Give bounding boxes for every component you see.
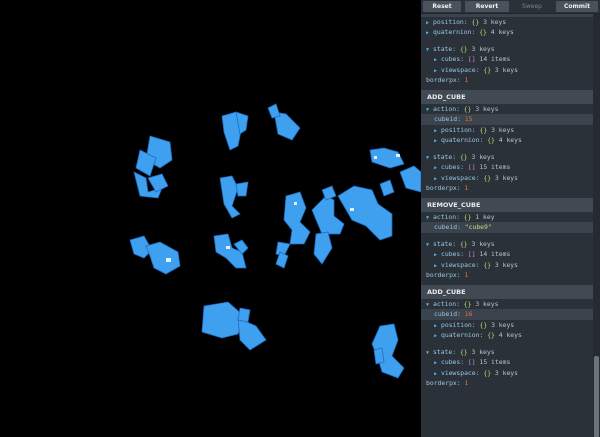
- collapse-icon[interactable]: ▼: [426, 153, 433, 164]
- collapse-icon[interactable]: ▼: [426, 240, 433, 251]
- cube-scene[interactable]: [0, 0, 421, 437]
- devtools-toolbar: Reset Revert Sweep Commit: [421, 0, 600, 14]
- reset-button[interactable]: Reset: [423, 1, 461, 12]
- devtools-panel: Reset Revert Sweep Commit cubeid: 14 ▶po…: [421, 0, 600, 437]
- cube-cluster[interactable]: [399, 165, 421, 193]
- cube-cluster[interactable]: [337, 147, 405, 241]
- log-row[interactable]: ▶ position: {} 3 keys: [421, 17, 593, 28]
- log-row[interactable]: ▼ state: {} 3 keys: [421, 239, 593, 250]
- cube-cluster[interactable]: [221, 111, 249, 151]
- log-row[interactable]: ▶ cubes: [] 14 items: [421, 54, 593, 65]
- log-row[interactable]: ▼ action: {} 1 key: [421, 212, 593, 223]
- log-row[interactable]: ▼ state: {} 3 keys: [421, 44, 593, 55]
- collapse-icon[interactable]: ▼: [426, 105, 433, 116]
- log-row: cubeid: 15: [421, 114, 593, 125]
- expand-icon[interactable]: ▶: [434, 331, 441, 342]
- log-row[interactable]: ▼ state: {} 3 keys: [421, 347, 593, 358]
- cube-cluster[interactable]: [371, 323, 405, 379]
- log-row[interactable]: ▶ viewspace: {} 3 keys: [421, 65, 593, 76]
- scrollbar-thumb[interactable]: [594, 356, 599, 437]
- cube-cluster[interactable]: [275, 191, 311, 269]
- 3d-viewport[interactable]: [0, 0, 421, 437]
- collapse-icon[interactable]: ▼: [426, 300, 433, 311]
- collapse-icon[interactable]: ▼: [426, 213, 433, 224]
- expand-icon[interactable]: ▶: [426, 28, 433, 39]
- log-row[interactable]: ▶ cubes: [] 15 items: [421, 162, 593, 173]
- log-row: borderpx: 1: [426, 271, 469, 279]
- log-row[interactable]: ▼ action: {} 3 keys: [421, 104, 593, 115]
- expand-icon[interactable]: ▶: [434, 163, 441, 174]
- commit-button[interactable]: Commit: [556, 1, 598, 12]
- collapse-icon[interactable]: ▼: [426, 348, 433, 359]
- cube-cluster[interactable]: [201, 301, 267, 351]
- log-row[interactable]: ▶ cubes: [] 14 items: [421, 249, 593, 260]
- log-entry-header[interactable]: ADD_CUBE: [421, 89, 593, 104]
- cube-cluster[interactable]: [129, 235, 181, 275]
- action-log[interactable]: cubeid: 14 ▶position: {} 3 keys ▶quatern…: [421, 0, 593, 389]
- log-row[interactable]: ▶ viewspace: {} 3 keys: [421, 368, 593, 379]
- log-row[interactable]: ▼ action: {} 3 keys: [421, 299, 593, 310]
- sweep-button: Sweep: [522, 3, 542, 10]
- log-row[interactable]: ▶ quaternion: {} 4 keys: [421, 27, 593, 38]
- log-row[interactable]: ▶ quaternion: {} 4 keys: [421, 330, 593, 341]
- log-row[interactable]: ▶ viewspace: {} 3 keys: [421, 173, 593, 184]
- log-row: borderpx: 1: [426, 379, 469, 387]
- revert-button[interactable]: Revert: [465, 1, 509, 12]
- log-entry-header[interactable]: ADD_CUBE: [421, 284, 593, 299]
- log-scrollbar[interactable]: [593, 14, 600, 437]
- log-row[interactable]: ▶ position: {} 3 keys: [421, 320, 593, 331]
- log-row[interactable]: ▼ state: {} 3 keys: [421, 152, 593, 163]
- cube-cluster[interactable]: [213, 233, 249, 269]
- cube-cluster[interactable]: [219, 175, 249, 219]
- expand-icon[interactable]: ▶: [434, 250, 441, 261]
- log-row: borderpx: 1: [426, 184, 469, 192]
- log-row: borderpx: 1: [426, 76, 469, 84]
- log-row[interactable]: ▶ viewspace: {} 3 keys: [421, 260, 593, 271]
- expand-icon[interactable]: ▶: [434, 55, 441, 66]
- log-row[interactable]: ▶ cubes: [] 15 items: [421, 357, 593, 368]
- log-row: cubeid: 16: [421, 309, 593, 320]
- log-entry-header[interactable]: REMOVE_CUBE: [421, 197, 593, 212]
- log-row[interactable]: ▶ position: {} 3 keys: [421, 125, 593, 136]
- log-row[interactable]: ▶ quaternion: {} 4 keys: [421, 135, 593, 146]
- expand-icon[interactable]: ▶: [434, 136, 441, 147]
- cube-cluster[interactable]: [267, 103, 301, 141]
- expand-icon[interactable]: ▶: [434, 358, 441, 369]
- cube-cluster[interactable]: [133, 135, 173, 199]
- collapse-icon[interactable]: ▼: [426, 45, 433, 56]
- log-row: cubeid: "cube9": [421, 222, 593, 233]
